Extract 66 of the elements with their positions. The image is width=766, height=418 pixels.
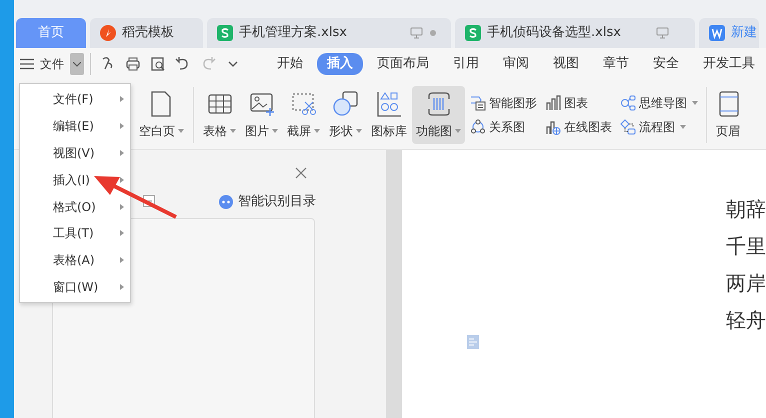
ribbon-tab[interactable]: 审阅 [493,53,539,75]
ribbon-button[interactable]: 截屏 [283,86,324,144]
ribbon-button[interactable]: 形状 [325,86,366,144]
bar-chart-icon [545,94,561,110]
ribbon-button[interactable]: 智能图形 [470,94,537,112]
online-chart-icon [545,118,561,134]
ribbon-tab[interactable]: 视图 [543,53,589,75]
spreadsheet-icon [217,25,233,41]
ribbon-tab[interactable]: 页面布局 [367,53,439,75]
submenu-arrow-icon [120,284,124,290]
monitor-icon [656,27,669,39]
ribbon-button[interactable]: 思维导图 [620,94,698,112]
caret-icon [73,62,81,66]
submenu-arrow-icon [120,96,124,102]
submenu-arrow-icon [120,257,124,264]
paragraph-icon [467,335,479,349]
ribbon-button[interactable]: 流程图 [620,118,698,136]
ribbon-button[interactable]: 图表 [545,94,612,112]
ribbon-tab[interactable]: 开发工具 [693,53,765,75]
menu-item[interactable]: 编辑(E) [20,112,130,140]
shapes-icon [332,90,360,118]
menu-item[interactable]: 窗口(W) [20,274,130,300]
close-icon[interactable] [295,167,307,179]
icon-library-icon [375,90,403,118]
document-text: 轻舟 [726,307,766,333]
flowchart-icon [620,118,636,134]
robot-icon [219,194,233,209]
dropdown-button[interactable] [70,53,84,75]
submenu-arrow-icon [120,230,124,236]
ribbon-tab[interactable]: 开始 [267,53,313,75]
submenu-arrow-icon [120,150,124,156]
ribbon-tab[interactable]: 安全 [643,53,689,75]
menu-item[interactable]: 文件(F) [20,86,130,113]
print-icon[interactable] [125,56,141,72]
ribbon-tab[interactable]: 引用 [443,53,489,75]
submenu-arrow-icon [120,123,124,130]
mind-map-icon [620,94,636,110]
ribbon-button[interactable]: 图片 [241,86,282,144]
ribbon-button[interactable]: 功能图 [412,86,465,144]
ribbon-button[interactable]: 在线图表 [545,118,612,136]
ribbon-button[interactable]: 表格 [199,86,240,144]
document-icon [709,25,725,41]
document-text: 朝辞 [726,196,766,222]
document-text: 千里 [726,233,766,259]
menu-item[interactable]: 表格(A) [20,246,130,274]
spreadsheet-icon [465,25,481,41]
file-menu-label[interactable]: 文件 [40,55,64,73]
ribbon-button[interactable]: 关系图 [470,118,537,136]
dot-icon [429,29,437,37]
menu-item[interactable]: 视图(V) [20,140,130,166]
monitor-icon [410,27,423,39]
document-tab[interactable]: 手机侦码设备选型.xlsx [455,18,695,48]
smart-art-icon [470,94,486,110]
submenu-arrow-icon [120,204,124,210]
relationship-icon [470,118,486,134]
document-tab[interactable]: 手机管理方案.xlsx [207,18,451,48]
ribbon-tab[interactable]: 章节 [593,53,639,75]
menu-item[interactable]: 工具(T) [20,220,130,247]
smart-toc-button[interactable]: 智能识别目录 [219,192,316,212]
document-text: 两岸 [726,270,766,296]
print-preview-icon[interactable] [150,56,166,72]
document-tab[interactable]: 稻壳模板 [90,18,203,48]
menu-icon [20,58,34,70]
ribbon-button[interactable]: 图标库 [367,86,411,144]
ribbon-button[interactable]: 空白页 [135,86,188,144]
ribbon-button[interactable]: 页眉 [712,86,742,144]
